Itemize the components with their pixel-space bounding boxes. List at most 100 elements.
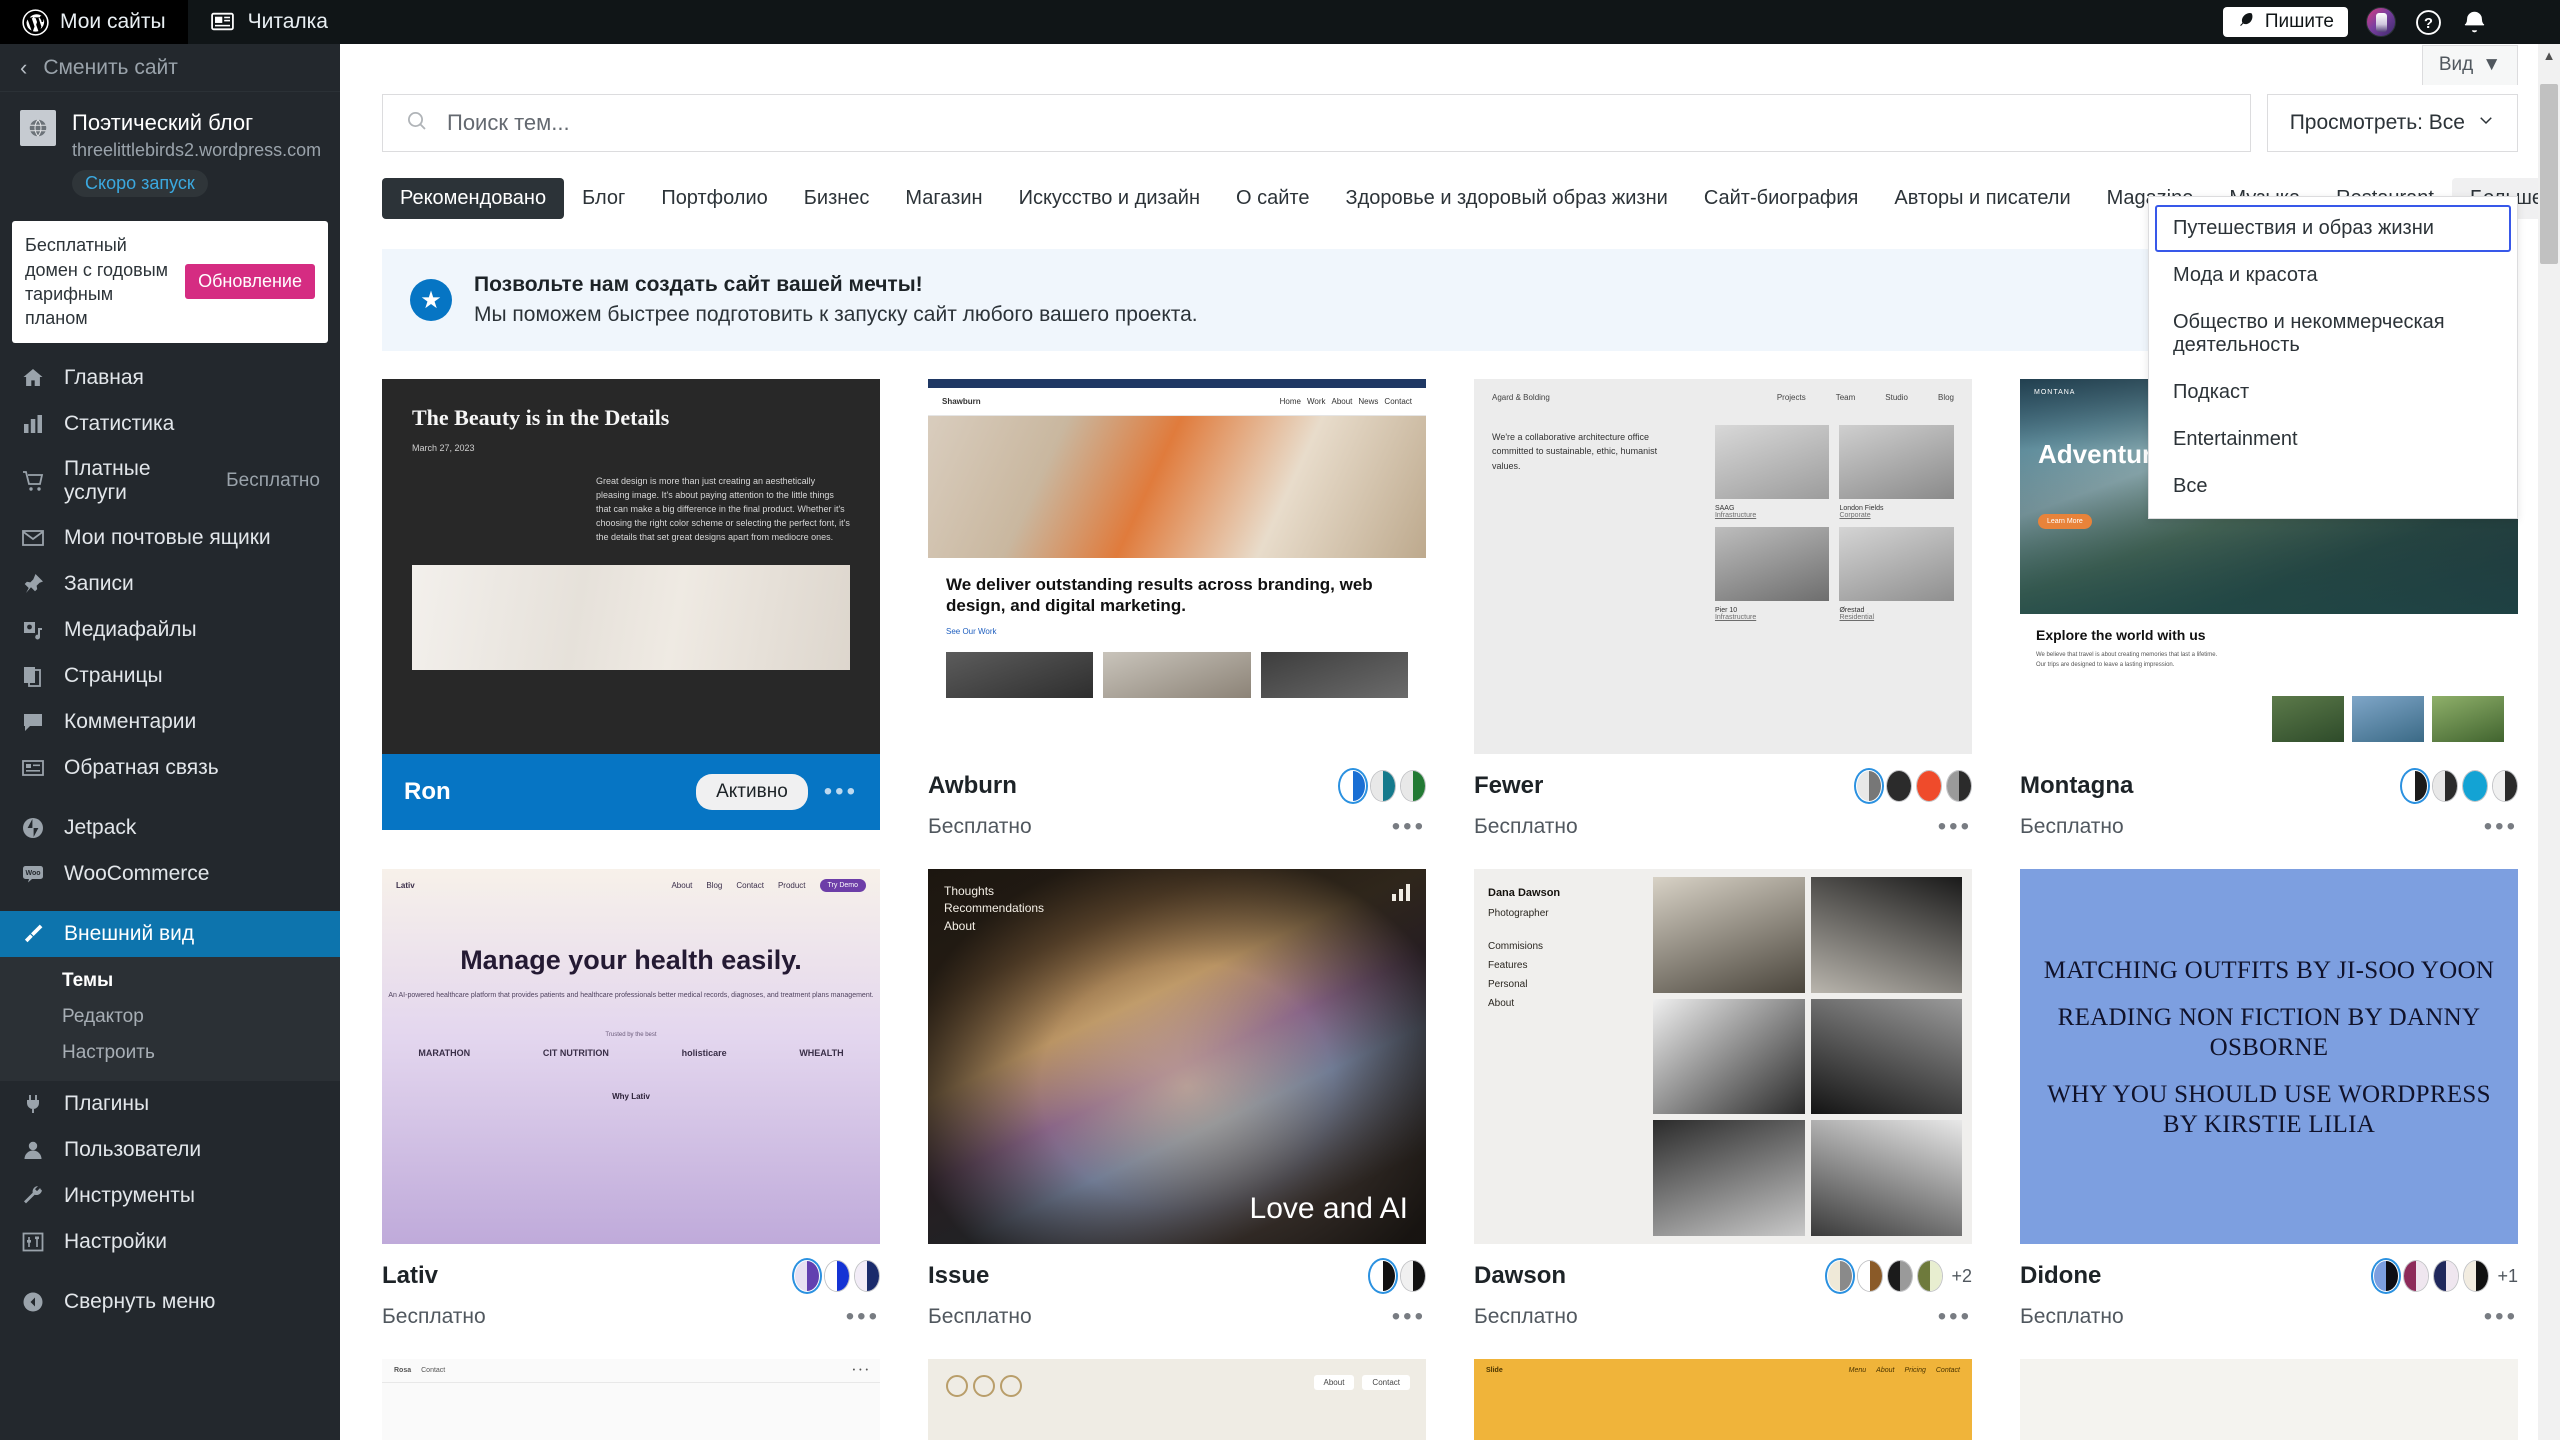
dropdown-item-4[interactable]: Entertainment [2155, 416, 2511, 463]
sidebar-item-4[interactable]: Записи [0, 561, 340, 607]
theme-swatches[interactable]: +2 [1827, 1260, 1972, 1292]
theme-swatches[interactable] [794, 1260, 880, 1292]
tab-2[interactable]: Портфолио [643, 178, 785, 219]
theme-card[interactable]: Shawburn Home Work About News Contact We… [928, 379, 1426, 839]
sidebar-item-13[interactable]: Пользователи [0, 1127, 340, 1173]
sidebar-subitem-1[interactable]: Редактор [0, 999, 340, 1035]
theme-thumbnail[interactable]: MATCHING OUTFITS BY JI-SOO YOON READING … [2020, 869, 2518, 1244]
dropdown-item-5[interactable]: Все [2155, 463, 2511, 510]
theme-options-button[interactable]: ••• [1392, 1304, 1426, 1329]
masthead-reader[interactable]: Читалка [188, 0, 350, 44]
status-badge[interactable]: Скоро запуск [72, 170, 208, 198]
theme-card[interactable]: Agard & Bolding Projects Team Studio Blo… [1474, 379, 1972, 839]
search-input[interactable]: Поиск тем... [382, 94, 2251, 152]
color-swatch[interactable] [1340, 770, 1366, 802]
color-swatch[interactable] [1916, 770, 1942, 802]
color-swatch[interactable] [1886, 770, 1912, 802]
color-swatch[interactable] [1857, 1260, 1884, 1292]
theme-card[interactable]: MATCHING OUTFITS BY JI-SOO YOON READING … [2020, 869, 2518, 1329]
color-swatch[interactable] [2403, 1260, 2430, 1292]
color-swatch[interactable] [1946, 770, 1972, 802]
theme-card[interactable]: Slide Menu About Pricing Contact [1474, 1359, 1972, 1440]
tab-1[interactable]: Блог [564, 178, 643, 219]
page-scrollbar[interactable]: ▲ [2538, 44, 2560, 1440]
theme-card[interactable]: Thoughts Recommendations About Love and … [928, 869, 1426, 1329]
write-button[interactable]: Пишите [2222, 7, 2348, 37]
bell-icon[interactable] [2460, 8, 2488, 36]
color-swatch[interactable] [2432, 770, 2458, 802]
dropdown-item-2[interactable]: Общество и некоммерческая деятельность [2155, 299, 2511, 369]
color-swatch[interactable] [824, 1260, 850, 1292]
tab-5[interactable]: Искусство и дизайн [1001, 178, 1218, 219]
sidebar-subitem-0[interactable]: Темы [0, 963, 340, 999]
color-swatch[interactable] [2402, 770, 2428, 802]
theme-thumbnail[interactable]: Agard & Bolding Projects Team Studio Blo… [1474, 379, 1972, 754]
scrollbar-thumb[interactable] [2540, 84, 2558, 264]
dropdown-item-1[interactable]: Мода и красота [2155, 252, 2511, 299]
sidebar-item-0[interactable]: Главная [0, 355, 340, 401]
sidebar-subitem-2[interactable]: Настроить [0, 1035, 340, 1071]
theme-card[interactable]: About Contact [928, 1359, 1426, 1440]
tab-8[interactable]: Сайт-биография [1686, 178, 1877, 219]
color-swatch[interactable] [1856, 770, 1882, 802]
dropdown-item-0[interactable]: Путешествия и образ жизни [2155, 205, 2511, 252]
theme-options-button[interactable]: ••• [824, 779, 858, 804]
tab-4[interactable]: Магазин [887, 178, 1000, 219]
sidebar-item-1[interactable]: Статистика [0, 401, 340, 447]
theme-card[interactable]: Lativ About Blog Contact Product Try Dem… [382, 869, 880, 1329]
color-swatch[interactable] [2462, 770, 2488, 802]
upgrade-button[interactable]: Обновление [185, 264, 315, 300]
sidebar-item-16[interactable]: Свернуть меню [0, 1279, 340, 1325]
theme-options-button[interactable]: ••• [2484, 814, 2518, 839]
sidebar-item-10[interactable]: Woo WooCommerce [0, 851, 340, 897]
color-swatch[interactable] [1827, 1260, 1853, 1292]
theme-thumbnail[interactable]: About Contact [928, 1359, 1426, 1440]
theme-thumbnail[interactable]: The Beauty is in the Details March 27, 2… [382, 379, 880, 754]
color-swatch[interactable] [1370, 1260, 1396, 1292]
theme-card[interactable]: The Beauty is in the Details March 27, 2… [382, 379, 880, 839]
color-swatch[interactable] [1887, 1260, 1914, 1292]
theme-swatches[interactable] [1370, 1260, 1426, 1292]
theme-thumbnail[interactable]: Thoughts Recommendations About Love and … [928, 869, 1426, 1244]
sidebar-site-block[interactable]: Поэтический блог threelittlebirds2.wordp… [0, 92, 340, 207]
sidebar-item-3[interactable]: Мои почтовые ящики [0, 515, 340, 561]
sidebar-item-9[interactable]: Jetpack [0, 805, 340, 851]
color-swatch[interactable] [1917, 1260, 1944, 1292]
tab-3[interactable]: Бизнес [786, 178, 888, 219]
theme-card[interactable] [2020, 1359, 2518, 1440]
theme-thumbnail[interactable]: Slide Menu About Pricing Contact [1474, 1359, 1972, 1440]
sidebar-item-14[interactable]: Инструменты [0, 1173, 340, 1219]
color-swatch[interactable] [2463, 1260, 2490, 1292]
theme-swatches[interactable] [1340, 770, 1426, 802]
sidebar-item-7[interactable]: Комментарии [0, 699, 340, 745]
theme-options-button[interactable]: ••• [1392, 814, 1426, 839]
color-swatch[interactable] [2373, 1260, 2399, 1292]
tab-0[interactable]: Рекомендовано [382, 178, 565, 219]
color-swatch[interactable] [854, 1260, 880, 1292]
scroll-up-arrow[interactable]: ▲ [2538, 44, 2560, 66]
color-swatch[interactable] [1400, 770, 1426, 802]
theme-thumbnail[interactable]: Rosa Contact • • • [382, 1359, 880, 1440]
theme-swatches[interactable] [1856, 770, 1972, 802]
theme-thumbnail[interactable]: Shawburn Home Work About News Contact We… [928, 379, 1426, 754]
masthead-my-sites[interactable]: Мои сайты [0, 0, 188, 44]
sidebar-item-11[interactable]: Внешний вид [0, 910, 340, 957]
sidebar-item-15[interactable]: Настройки [0, 1219, 340, 1265]
color-swatch[interactable] [2492, 770, 2518, 802]
user-avatar[interactable] [2366, 7, 2396, 37]
color-swatch[interactable] [1400, 1260, 1426, 1292]
theme-options-button[interactable]: ••• [1938, 1304, 1972, 1329]
theme-swatches[interactable] [2402, 770, 2518, 802]
view-button[interactable]: Вид ▼ [2421, 45, 2518, 85]
sidebar-item-2[interactable]: Платные услуги Бесплатно [0, 447, 340, 515]
sidebar-item-5[interactable]: Медиафайлы [0, 607, 340, 653]
theme-swatches[interactable]: +1 [2373, 1260, 2518, 1292]
sidebar-item-12[interactable]: Плагины [0, 1081, 340, 1127]
dropdown-item-3[interactable]: Подкаст [2155, 369, 2511, 416]
view-filter-dropdown[interactable]: Просмотреть: Все [2266, 94, 2518, 152]
theme-options-button[interactable]: ••• [1938, 814, 1972, 839]
tab-6[interactable]: О сайте [1218, 178, 1327, 219]
theme-card[interactable]: Dana Dawson Photographer Commisions Feat… [1474, 869, 1972, 1329]
theme-thumbnail[interactable] [2020, 1359, 2518, 1440]
theme-options-button[interactable]: ••• [846, 1304, 880, 1329]
